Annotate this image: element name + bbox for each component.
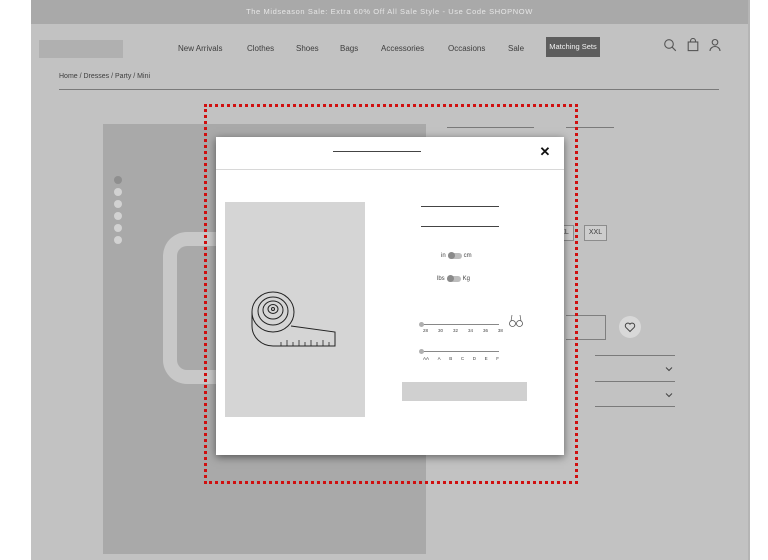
cup-size-label: B — [449, 356, 453, 361]
gallery-dot[interactable] — [114, 188, 122, 196]
accordion-divider — [595, 381, 675, 382]
cup-size-label: C — [460, 356, 465, 361]
search-icon[interactable] — [663, 38, 677, 52]
nav-item-shoes[interactable]: Shoes — [296, 40, 319, 58]
band-size-label: 34 — [467, 328, 473, 333]
promo-banner: The Midseason Sale: Extra 60% Off All Sa… — [31, 0, 748, 24]
bra-icon — [508, 313, 524, 329]
nav-item-accessories[interactable]: Accessories — [381, 40, 424, 58]
cup-size-ticks: AA A B C D E F — [423, 356, 499, 361]
nav-item-bags[interactable]: Bags — [340, 40, 358, 58]
user-icon[interactable] — [708, 38, 722, 52]
cup-size-label: A — [437, 356, 441, 361]
size-option-xxl[interactable]: XXL — [584, 225, 607, 241]
breadcrumb[interactable]: Home / Dresses / Party / Mini — [59, 73, 150, 80]
wishlist-button[interactable] — [619, 316, 641, 338]
measure-field-placeholder — [421, 226, 499, 227]
nav-item-sale[interactable]: Sale — [508, 40, 524, 58]
band-size-slider-handle[interactable] — [419, 322, 424, 327]
unit-lbs-label: lbs — [437, 276, 445, 282]
length-unit-toggle[interactable]: in cm — [441, 251, 472, 261]
unit-switch[interactable] — [447, 252, 462, 259]
unit-kg-label: Kg — [462, 276, 471, 282]
band-size-label: 32 — [452, 328, 458, 333]
gallery-dot[interactable] — [114, 236, 122, 244]
band-size-label: 38 — [497, 328, 503, 333]
header-divider — [59, 89, 719, 90]
cup-size-label: F — [496, 356, 499, 361]
logo[interactable] — [39, 40, 123, 58]
band-size-label: 28 — [423, 328, 429, 333]
chevron-down-icon[interactable] — [665, 391, 673, 399]
cup-size-slider[interactable] — [421, 351, 499, 352]
modal-divider — [216, 169, 564, 170]
bag-icon[interactable] — [686, 38, 700, 52]
gallery-dot[interactable] — [114, 212, 122, 220]
measure-field-placeholder — [421, 206, 499, 207]
find-my-size-button[interactable] — [402, 382, 527, 401]
measuring-tape-panel — [225, 202, 365, 417]
measuring-tape-icon — [251, 291, 336, 347]
accordion-divider — [595, 406, 675, 407]
size-guide-modal: ✕ in cm lbs Kg 28 30 32 34 36 38 AA A B … — [216, 137, 564, 455]
close-icon[interactable]: ✕ — [538, 145, 552, 159]
band-size-label: 30 — [437, 328, 443, 333]
unit-in-label: in — [441, 253, 446, 259]
cup-size-label: E — [484, 356, 488, 361]
band-size-ticks: 28 30 32 34 36 38 — [423, 328, 503, 333]
gallery-dot[interactable] — [114, 200, 122, 208]
nav-item-matching-sets[interactable]: Matching Sets — [546, 37, 600, 57]
accordion-divider — [595, 355, 675, 356]
chevron-down-icon[interactable] — [665, 365, 673, 373]
cup-size-label: D — [472, 356, 476, 361]
nav-item-new-arrivals[interactable]: New Arrivals — [178, 40, 222, 58]
gallery-dot[interactable] — [114, 224, 122, 232]
band-size-label: 36 — [482, 328, 488, 333]
cup-size-slider-handle[interactable] — [419, 349, 424, 354]
weight-unit-toggle[interactable]: lbs Kg — [437, 274, 470, 284]
nav-item-occasions[interactable]: Occasions — [448, 40, 485, 58]
unit-switch[interactable] — [446, 275, 461, 282]
cup-size-label: AA — [423, 356, 430, 361]
gallery-dot[interactable] — [114, 176, 122, 184]
heart-icon — [624, 322, 636, 333]
unit-cm-label: cm — [463, 253, 472, 259]
band-size-slider[interactable] — [421, 324, 499, 325]
modal-title-placeholder — [333, 151, 421, 152]
nav-item-clothes[interactable]: Clothes — [247, 40, 274, 58]
page-edge — [748, 0, 750, 560]
